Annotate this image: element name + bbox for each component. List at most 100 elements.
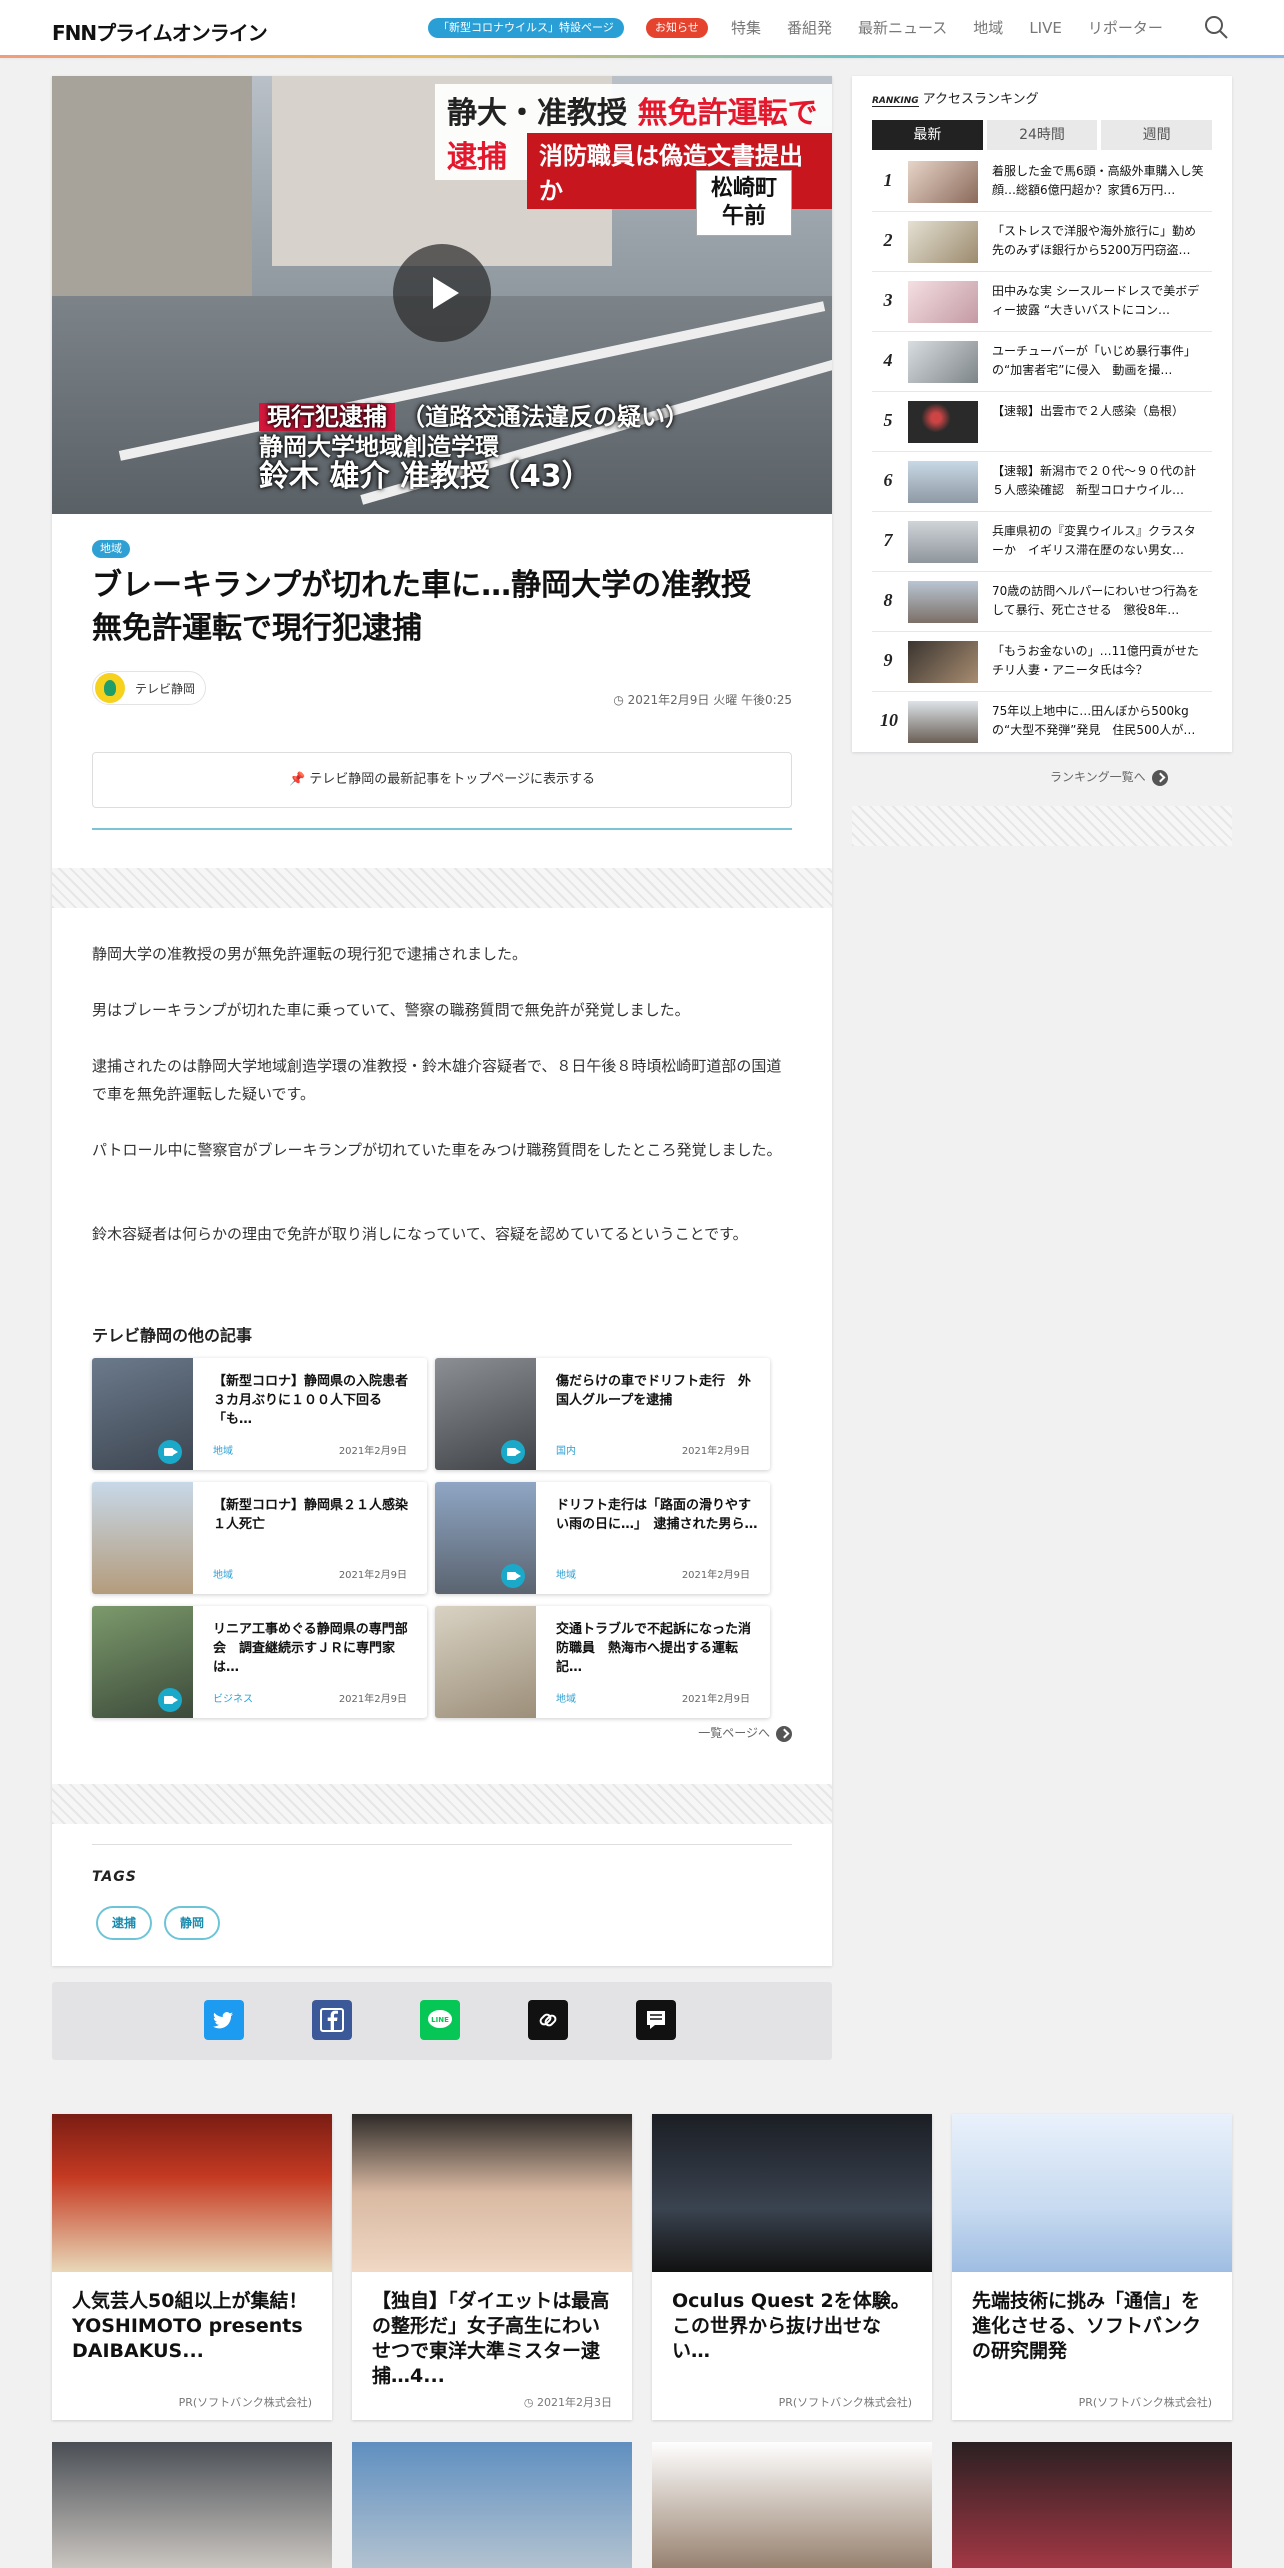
video-player[interactable]: 静大・准教授 無免許運転で逮捕 消防職員は偽造文書提出か 松崎町 午前 現行犯逮捕… — [52, 76, 832, 514]
ranking-title: 兵庫県初の『変異ウイルス』クラスターか イギリス滞在歴のない男女… — [992, 524, 1196, 557]
rank-number: 9 — [883, 650, 893, 670]
video-caption-arrest: 現行犯逮捕 （道路交通法違反の疑い） 静岡大学地域創造学環 鈴木 雄介 准教授（4… — [259, 402, 689, 492]
recommend-card-next[interactable] — [652, 2442, 932, 2568]
caption-name: 鈴木 雄介 准教授（43） — [259, 459, 592, 494]
recommend-card-next[interactable] — [52, 2442, 332, 2568]
ranking-title: 着服した金で馬6頭・高級外車購入し笑顔…総額6億円超か？家賃6万円… — [992, 164, 1204, 197]
notice-link[interactable]: お知らせ — [646, 18, 708, 38]
facebook-icon[interactable] — [312, 2000, 352, 2040]
related-date: 2021年2月9日 — [338, 1446, 407, 1457]
ranking-thumb — [908, 221, 978, 263]
related-title: 【新型コロナ】静岡県の入院患者３カ月ぶりに１００人下回る「も… — [213, 1374, 409, 1427]
recommend-card[interactable]: Oculus Quest 2を体験。この世界から抜け出せない… PR(ソフトバン… — [652, 2114, 932, 2420]
ranking-title: 70歳の訪問ヘルパーにわいせつ行為をして暴行、死亡させる 懲役8年… — [992, 584, 1200, 617]
nav-latest-news[interactable]: 最新ニュース — [858, 16, 947, 40]
ranking-all-link[interactable]: ランキング一覧へ — [1050, 768, 1168, 786]
rank-number: 10 — [880, 710, 898, 730]
search-icon[interactable] — [1203, 14, 1229, 40]
ad-placeholder — [52, 868, 832, 908]
ranking-item[interactable]: 3 田中みな実 シースルードレスで美ボディー披露 “大きいバストにコン… — [872, 272, 1212, 332]
recommend-card[interactable]: 人気芸人50組以上が集結！YOSHIMOTO presents DAIBAKUS… — [52, 2114, 332, 2420]
ranking-title: 田中みな実 シースルードレスで美ボディー披露 “大きいバストにコン… — [992, 284, 1200, 317]
source-chip[interactable]: テレビ静岡 — [92, 671, 207, 705]
ranking-title: ユーチューバーが「いじめ暴行事件」の“加害者宅”に侵入 動画を撮… — [992, 344, 1196, 377]
ranking-title: 「ストレスで洋服や海外旅行に」勤め先のみずほ銀行から5200万円窃盗… — [992, 224, 1197, 257]
related-card[interactable]: リニア工事めぐる静岡県の専門部会 調査継続示すＪＲに専門家は… ビジネス 202… — [92, 1606, 427, 1718]
ranking-thumb — [908, 401, 978, 443]
related-date: 2021年2月9日 — [681, 1694, 750, 1705]
covid-special-link[interactable]: 「新型コロナウイルス」特設ページ — [428, 18, 624, 38]
ranking-thumb — [908, 701, 978, 743]
tab-24h[interactable]: 24時間 — [986, 120, 1098, 150]
related-card[interactable]: 交通トラブルで不起訴になった消防職員 熱海市へ提出する運転記… 地域 2021年… — [435, 1606, 770, 1718]
play-button[interactable] — [393, 244, 491, 342]
svg-text:LINE: LINE — [431, 2016, 449, 2024]
recommend-date: ◷ 2021年2月3日 — [524, 2394, 612, 2410]
related-card[interactable]: 【新型コロナ】静岡県２１人感染 １人死亡 地域 2021年2月9日 — [92, 1482, 427, 1594]
recommend-card[interactable]: 【独自】「ダイエットは最高の整形だ」女子高生にわいせつで東洋大準ミスター逮捕…4… — [352, 2114, 632, 2420]
ranking-item[interactable]: 9 「もうお金ないの」…11億円貢がせたチリ人妻・アニータ氏は今？ — [872, 632, 1212, 692]
ranking-item[interactable]: 7 兵庫県初の『変異ウイルス』クラスターか イギリス滞在歴のない男女… — [872, 512, 1212, 572]
follow-source-button[interactable]: 📌 テレビ静岡の最新記事をトップページに表示する — [92, 752, 792, 808]
rank-number: 6 — [883, 470, 893, 490]
caption-place: 松崎町 — [711, 176, 778, 201]
ranking-item[interactable]: 5 【速報】出雲市で２人感染（島根） — [872, 392, 1212, 452]
nav-region[interactable]: 地域 — [973, 16, 1003, 40]
recommend-title: 【独自】「ダイエットは最高の整形だ」女子高生にわいせつで東洋大準ミスター逮捕…4… — [372, 2290, 610, 2387]
recommend-title: 先端技術に挑み「通信」を進化させる、ソフトバンクの研究開発 — [972, 2290, 1201, 2362]
ranking-all-label: ランキング一覧へ — [1050, 770, 1146, 784]
related-category: 地域 — [213, 1570, 233, 1581]
twitter-icon[interactable] — [204, 2000, 244, 2040]
ranking-tabs: 最新 24時間 週間 — [872, 120, 1213, 150]
related-more-link[interactable]: 一覧ページへ — [698, 1724, 792, 1742]
recommend-sponsor: PR(ソフトバンク株式会社) — [178, 2396, 312, 2409]
recommend-title: Oculus Quest 2を体験。この世界から抜け出せない… — [672, 2290, 910, 2362]
recommend-card-next[interactable] — [352, 2442, 632, 2568]
ranking-item[interactable]: 6 【速報】新潟市で２０代～９０代の計５人感染確認 新型コロナウイル… — [872, 452, 1212, 512]
nav-feature[interactable]: 特集 — [731, 16, 761, 40]
ranking-heading: RANKING アクセスランキング — [872, 88, 1039, 107]
caption-arrest-tag: 現行犯逮捕 — [259, 403, 395, 431]
related-category: 地域 — [213, 1446, 233, 1457]
tags-heading: TAGS — [92, 1869, 137, 1885]
related-title: リニア工事めぐる静岡県の専門部会 調査継続示すＪＲに専門家は… — [213, 1622, 408, 1675]
ranking-item[interactable]: 2 「ストレスで洋服や海外旅行に」勤め先のみずほ銀行から5200万円窃盗… — [872, 212, 1212, 272]
recommend-card[interactable]: 先端技術に挑み「通信」を進化させる、ソフトバンクの研究開発 PR(ソフトバンク株… — [952, 2114, 1232, 2420]
tab-weekly[interactable]: 週間 — [1101, 120, 1213, 150]
comment-icon[interactable] — [636, 2000, 676, 2040]
category-badge[interactable]: 地域 — [92, 540, 130, 558]
ranking-thumb — [908, 461, 978, 503]
related-card[interactable]: ドリフト走行は「路面の滑りやすい雨の日に…」 逮捕された男ら… 地域 2021年… — [435, 1482, 770, 1594]
ad-placeholder — [52, 1784, 832, 1824]
video-icon — [158, 1688, 182, 1712]
recommend-date-text: 2021年2月3日 — [537, 2396, 612, 2409]
related-title: ドリフト走行は「路面の滑りやすい雨の日に…」 逮捕された男ら… — [556, 1498, 758, 1532]
site-logo[interactable]: FNNプライムオンライン — [52, 17, 268, 46]
recommend-sponsor: PR(ソフトバンク株式会社) — [778, 2396, 912, 2409]
nav-programs[interactable]: 番組発 — [787, 16, 832, 40]
nav-live[interactable]: LIVE — [1029, 16, 1062, 40]
nav-reporter[interactable]: リポーター — [1088, 16, 1163, 40]
ranking-thumb — [908, 161, 978, 203]
related-title: 交通トラブルで不起訴になった消防職員 熱海市へ提出する運転記… — [556, 1622, 752, 1675]
publish-date: ◷ 2021年2月9日 火曜 午後0:25 — [613, 691, 792, 708]
article-paragraph: 静岡大学の准教授の男が無免許運転の現行犯で逮捕されました。 — [92, 945, 528, 963]
line-icon[interactable]: LINE — [420, 2000, 460, 2040]
related-card[interactable]: 傷だらけの車でドリフト走行 外国人グループを逮捕 国内 2021年2月9日 — [435, 1358, 770, 1470]
caption-arrest-reason: （道路交通法違反の疑い） — [401, 403, 689, 431]
related-card[interactable]: 【新型コロナ】静岡県の入院患者３カ月ぶりに１００人下回る「も… 地域 2021年… — [92, 1358, 427, 1470]
ranking-item[interactable]: 4 ユーチューバーが「いじめ暴行事件」の“加害者宅”に侵入 動画を撮… — [872, 332, 1212, 392]
tag-chip[interactable]: 逮捕 — [96, 1906, 153, 1940]
related-heading: テレビ静岡の他の記事 — [92, 1326, 253, 1345]
ranking-panel: RANKING アクセスランキング 最新 24時間 週間 1 着服した金で馬6頭・高… — [852, 76, 1232, 752]
tag-chip[interactable]: 静岡 — [164, 1906, 221, 1940]
related-category: ビジネス — [213, 1694, 253, 1705]
link-icon[interactable] — [528, 2000, 568, 2040]
ranking-item[interactable]: 1 着服した金で馬6頭・高級外車購入し笑顔…総額6億円超か？家賃6万円… — [872, 152, 1212, 212]
recommend-card-next[interactable] — [952, 2442, 1232, 2568]
ranking-item[interactable]: 8 70歳の訪問ヘルパーにわいせつ行為をして暴行、死亡させる 懲役8年… — [872, 572, 1212, 632]
ranking-badge: RANKING — [872, 96, 919, 107]
video-icon — [501, 1564, 525, 1588]
tab-latest[interactable]: 最新 — [872, 120, 983, 150]
ranking-item[interactable]: 10 75年以上地中に…田んぼから500kgの“大型不発弾”発見 住民500人が… — [872, 692, 1212, 752]
